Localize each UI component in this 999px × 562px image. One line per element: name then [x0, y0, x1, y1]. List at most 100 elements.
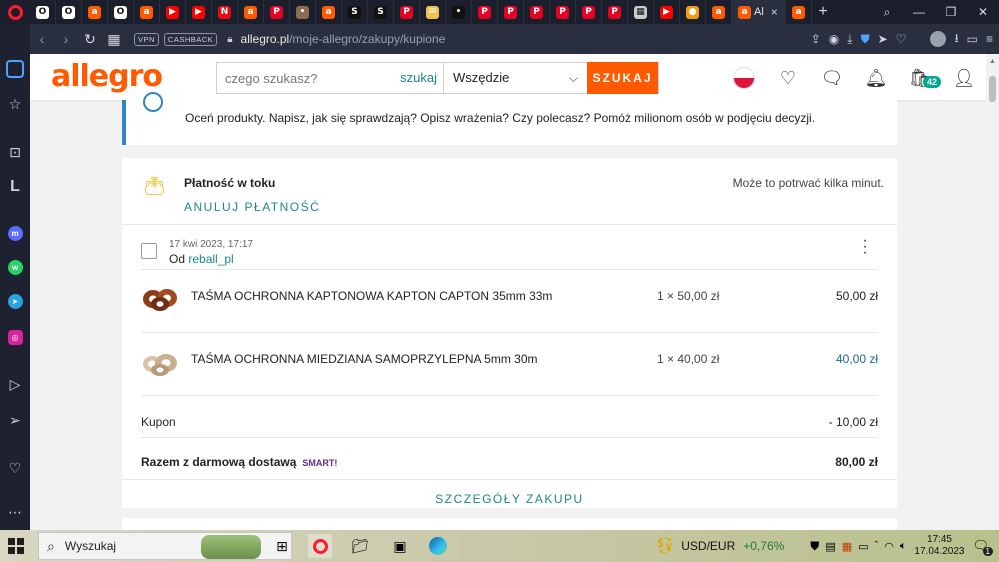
notifications-icon[interactable]: 🗨︎ 1: [972, 538, 993, 556]
search-input[interactable]: [217, 63, 367, 93]
tab-active[interactable]: a Al ×: [732, 0, 786, 24]
product-thumbnail-kapton[interactable]: [141, 284, 179, 314]
messenger-icon[interactable]: m: [0, 226, 30, 241]
language-flag-icon[interactable]: [722, 66, 766, 90]
taskbar-search[interactable]: ⌕ Wyszukaj: [38, 532, 292, 560]
tab[interactable]: a: [786, 0, 812, 24]
home-icon[interactable]: [0, 60, 30, 78]
menu-icon[interactable]: ≡: [986, 32, 993, 46]
tab[interactable]: P: [498, 0, 524, 24]
allegro-logo[interactable]: allegro: [51, 59, 163, 94]
whatsapp-icon[interactable]: w: [0, 260, 30, 275]
bag-icon[interactable]: ⊡: [0, 144, 30, 161]
tab[interactable]: •: [446, 0, 472, 24]
opera-menu-icon[interactable]: [0, 0, 30, 24]
hidden-icons-icon[interactable]: ˆ: [875, 540, 879, 552]
edge-icon[interactable]: [426, 534, 450, 558]
tab[interactable]: P: [550, 0, 576, 24]
user-icon[interactable]: 👤︎: [942, 66, 986, 90]
back-icon[interactable]: ‹: [30, 31, 54, 47]
search-tabs-icon[interactable]: ⌕: [871, 5, 903, 20]
network-device-icon[interactable]: ▤: [825, 540, 835, 553]
wifi-icon[interactable]: ◠: [884, 540, 894, 553]
cashback-badge[interactable]: CASHBACK: [163, 32, 218, 46]
windows-start-icon[interactable]: [8, 538, 24, 554]
tab[interactable]: O: [108, 0, 134, 24]
tab[interactable]: P: [394, 0, 420, 24]
instagram-icon[interactable]: ◎: [0, 330, 30, 345]
lock-icon[interactable]: 🔒︎: [227, 34, 232, 45]
send-icon[interactable]: ➤: [878, 32, 888, 46]
tab[interactable]: P: [576, 0, 602, 24]
battery-icon[interactable]: ▭: [967, 32, 978, 46]
tab[interactable]: O: [30, 0, 56, 24]
forward-icon[interactable]: ›: [54, 31, 78, 47]
task-view-icon[interactable]: ⊞: [270, 534, 294, 558]
item-name[interactable]: TAŚMA OCHRONNA MIEDZIANA SAMOPRZYLEPNA 5…: [191, 352, 538, 366]
tab[interactable]: P: [524, 0, 550, 24]
tab-close-icon[interactable]: ×: [771, 5, 778, 19]
tab[interactable]: a: [134, 0, 160, 24]
tab[interactable]: P: [264, 0, 290, 24]
heart-icon[interactable]: ♡: [766, 66, 810, 90]
app-icon[interactable]: ▣: [388, 534, 412, 558]
tab[interactable]: a: [82, 0, 108, 24]
app-tray-icon[interactable]: ▦: [842, 540, 852, 553]
tab[interactable]: ▶: [654, 0, 680, 24]
volume-icon[interactable]: 🔈︎: [900, 540, 907, 553]
tab[interactable]: ▦: [628, 0, 654, 24]
reload-icon[interactable]: ↻: [78, 31, 102, 48]
maximize-icon[interactable]: ❐: [935, 5, 967, 19]
order-details-button[interactable]: SZCZEGÓŁY ZAKUPU: [122, 492, 897, 506]
shield-tray-icon[interactable]: ⛊: [810, 539, 819, 554]
seller-link[interactable]: reball_pl: [188, 252, 233, 266]
new-tab-button[interactable]: +: [812, 3, 834, 21]
send-sidebar-icon[interactable]: ➢: [0, 412, 30, 429]
tab[interactable]: a: [316, 0, 342, 24]
scroll-up-icon[interactable]: ▲: [989, 58, 996, 65]
tab[interactable]: P: [602, 0, 628, 24]
l-app-icon[interactable]: L: [0, 178, 30, 196]
vpn-badge[interactable]: VPN: [134, 32, 159, 46]
messages-icon[interactable]: 🗨︎: [810, 66, 854, 90]
tab[interactable]: S: [368, 0, 394, 24]
more-options-icon[interactable]: · · ·: [861, 233, 869, 261]
tab[interactable]: a: [238, 0, 264, 24]
battery-tray-icon[interactable]: ▭: [858, 540, 868, 553]
cancel-payment-button[interactable]: ANULUJ PŁATNOŚĆ: [184, 200, 320, 214]
opera-taskbar-icon[interactable]: [308, 534, 332, 558]
downloads-icon[interactable]: ⭳: [954, 29, 958, 50]
tab[interactable]: •: [290, 0, 316, 24]
star-icon[interactable]: ☆: [0, 96, 30, 113]
share-icon[interactable]: ⇪: [811, 32, 821, 46]
scrollbar-thumb[interactable]: [989, 76, 996, 102]
bell-icon[interactable]: 🔔︎: [854, 66, 898, 90]
tab[interactable]: ●: [680, 0, 706, 24]
player-icon[interactable]: ▷: [0, 376, 30, 393]
close-window-icon[interactable]: ✕: [967, 5, 999, 19]
search-button[interactable]: SZUKAJ: [587, 62, 658, 94]
profile-icon[interactable]: [930, 31, 947, 47]
url-field[interactable]: allegro.pl/moje-allegro/zakupy/kupione: [241, 32, 446, 46]
cart-icon[interactable]: 🛍︎ 42: [898, 66, 942, 90]
tab[interactable]: ✉: [420, 0, 446, 24]
camera-icon[interactable]: ◉: [829, 32, 839, 46]
speed-dial-icon[interactable]: ▦: [102, 31, 126, 48]
telegram-icon[interactable]: ➤: [0, 294, 30, 309]
currency-icon[interactable]: 💱︎: [655, 536, 675, 556]
tab[interactable]: ▶: [186, 0, 212, 24]
heart-icon[interactable]: ♡: [896, 32, 907, 46]
page-scrollbar[interactable]: ▲: [986, 54, 999, 530]
tab[interactable]: ▶: [160, 0, 186, 24]
currency-pair[interactable]: USD/EUR: [681, 539, 735, 553]
heart-sidebar-icon[interactable]: ♡: [0, 460, 30, 477]
product-thumbnail-copper[interactable]: [141, 348, 179, 378]
search-many-link[interactable]: szukaj wielu: [367, 63, 443, 115]
taskbar-clock[interactable]: 17:45 17.04.2023: [914, 534, 964, 558]
tab[interactable]: a: [706, 0, 732, 24]
more-icon[interactable]: ⋯: [0, 504, 30, 521]
file-explorer-icon[interactable]: 📁︎: [348, 534, 372, 558]
tab[interactable]: P: [472, 0, 498, 24]
item-name[interactable]: TAŚMA OCHRONNA KAPTONOWA KAPTON CAPTON 3…: [191, 289, 552, 303]
search-scope-select[interactable]: Wszędzie ⌵: [443, 63, 586, 93]
